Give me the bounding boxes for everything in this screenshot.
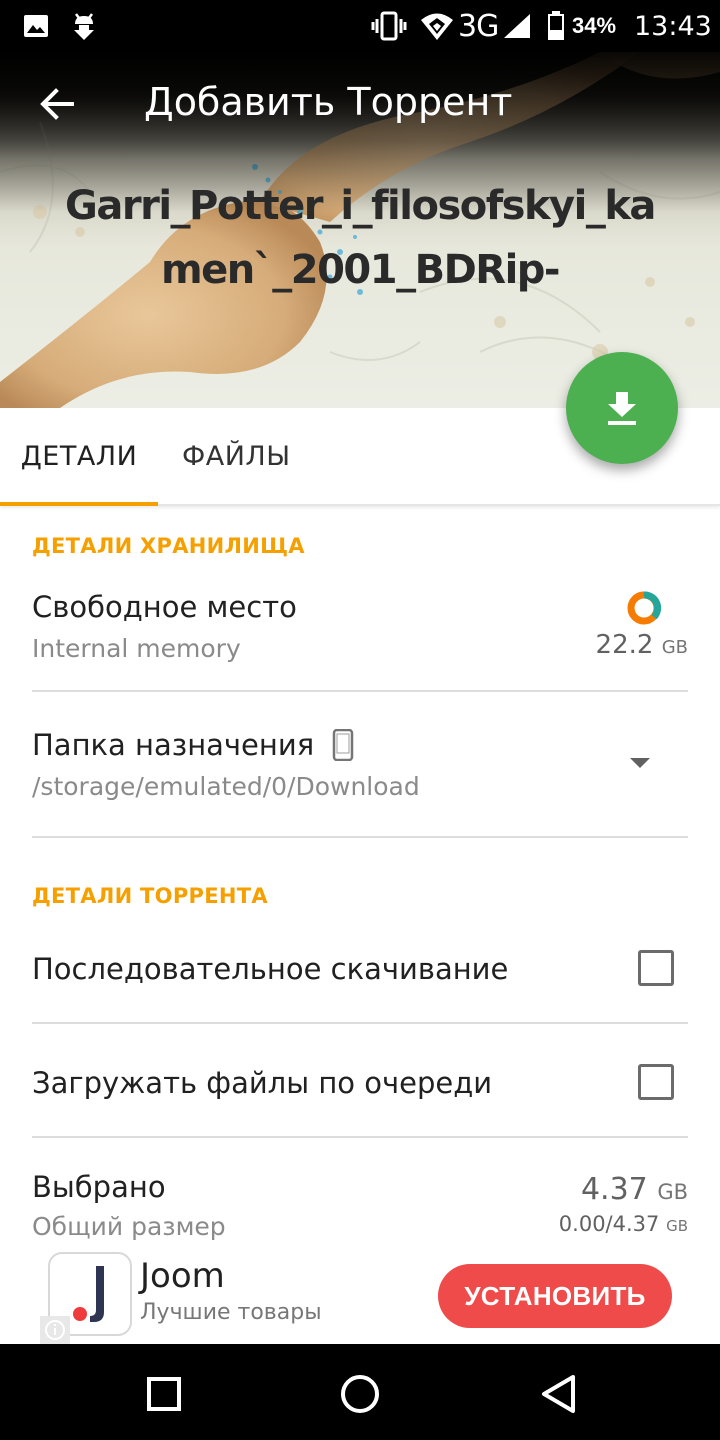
status-bar: 3G 34% 13:43	[0, 0, 720, 52]
destination-title: Папка назначения	[32, 728, 315, 762]
free-space-subtitle: Internal memory	[32, 634, 241, 663]
selected-title: Выбрано	[32, 1170, 166, 1204]
details-content: ДЕТАЛИ ХРАНИЛИЩА Свободное место Interna…	[0, 508, 720, 1244]
system-nav-bar	[0, 1344, 720, 1440]
queue-download-checkbox[interactable]	[638, 1064, 674, 1100]
sequential-download-label: Последовательное скачивание	[32, 952, 509, 986]
arrow-back-icon	[40, 88, 74, 120]
selected-size-number: 4.37	[580, 1172, 648, 1207]
download-icon	[608, 392, 636, 425]
selected-subtitle: Общий размер	[32, 1212, 226, 1241]
free-space-value: 22.2 GB	[596, 630, 688, 660]
network-type: 3G	[458, 8, 499, 44]
free-space-title: Свободное место	[32, 590, 297, 624]
recents-button[interactable]	[136, 1366, 192, 1422]
destination-path: /storage/emulated/0/Download	[32, 772, 420, 801]
app-bar: Добавить Торрент	[0, 52, 720, 162]
ad-title: Joom	[140, 1256, 225, 1296]
battery-percent: 34%	[572, 13, 617, 38]
selected-progress-value: 0.00/4.37	[558, 1212, 660, 1236]
square-icon	[147, 1377, 181, 1411]
torrent-name: Garri_Potter_i_filosofskyi_kamen`_2001_B…	[65, 183, 656, 293]
vibrate-icon	[370, 0, 408, 52]
install-button[interactable]: УСТАНОВИТЬ	[438, 1264, 672, 1328]
divider	[32, 1022, 688, 1024]
free-space-number: 22.2	[595, 630, 654, 660]
divider	[32, 690, 688, 692]
free-space-unit: GB	[661, 637, 688, 658]
sequential-download-checkbox[interactable]	[638, 950, 674, 986]
wifi-icon	[420, 0, 454, 52]
queue-download-label: Загружать файлы по очереди	[32, 1066, 493, 1100]
ad-info-icon[interactable]	[40, 1316, 70, 1344]
divider	[32, 836, 688, 838]
tab-details[interactable]: ДЕТАЛИ	[0, 408, 158, 506]
back-nav-button[interactable]	[530, 1366, 586, 1422]
storage-chart-icon	[626, 590, 662, 631]
battery-icon	[546, 0, 566, 52]
dropdown-arrow-icon[interactable]	[620, 752, 660, 776]
selected-size: 4.37 GB	[581, 1172, 688, 1207]
download-button[interactable]	[566, 352, 678, 464]
home-button[interactable]	[332, 1366, 388, 1422]
triangle-back-icon	[542, 1375, 575, 1413]
back-button[interactable]	[26, 74, 86, 134]
signal-icon	[502, 0, 532, 52]
selected-progress-unit: GB	[666, 1217, 688, 1235]
destination-row[interactable]: Папка назначения	[32, 728, 354, 762]
ad-banner[interactable]: Joom Лучшие товары УСТАНОВИТЬ	[40, 1244, 680, 1344]
selected-size-unit: GB	[657, 1180, 688, 1204]
android-debug-icon	[68, 0, 100, 52]
gallery-icon	[22, 0, 50, 52]
storage-section-header: ДЕТАЛИ ХРАНИЛИЩА	[32, 534, 305, 558]
phone-icon	[332, 729, 354, 761]
torrent-section-header: ДЕТАЛИ ТОРРЕНТА	[32, 884, 268, 908]
circle-icon	[341, 1375, 379, 1413]
page-title: Добавить Торрент	[144, 80, 513, 124]
selected-progress: 0.00/4.37 GB	[559, 1212, 688, 1236]
clock: 13:43	[634, 10, 712, 42]
ad-subtitle: Лучшие товары	[140, 1300, 322, 1325]
divider	[32, 1136, 688, 1138]
tab-files[interactable]: ФАЙЛЫ	[182, 408, 291, 504]
